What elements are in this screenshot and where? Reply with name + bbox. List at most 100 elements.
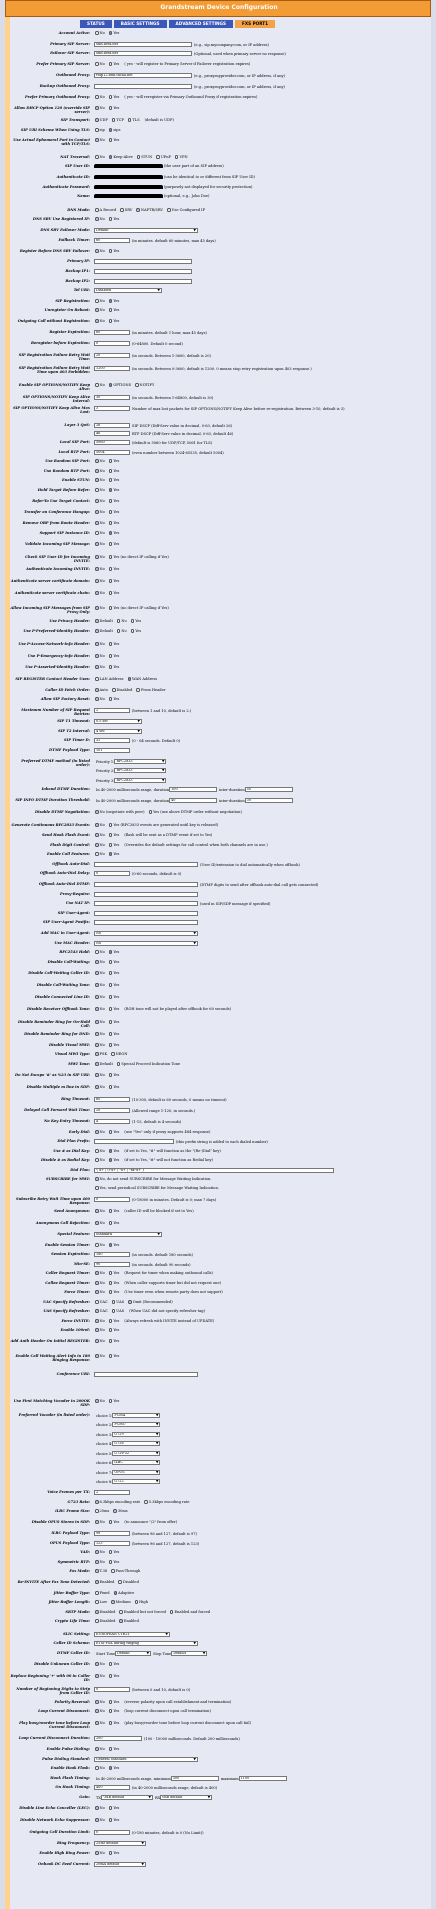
radio-button[interactable] xyxy=(108,1550,113,1554)
radio-button[interactable] xyxy=(95,531,99,535)
radio-button[interactable] xyxy=(108,217,113,221)
radio-button[interactable] xyxy=(95,459,99,463)
force-invite-option[interactable]: Yes xyxy=(108,1319,119,1323)
dns-mode-option[interactable]: NAPTR/SRV xyxy=(135,208,163,212)
failback-timer-input[interactable]: 60 xyxy=(94,238,130,243)
radio-button[interactable] xyxy=(95,688,99,692)
remove-obp-from-route-header-option[interactable]: No xyxy=(94,521,105,525)
use-p-emergency-info-header-option[interactable]: No xyxy=(94,654,105,658)
radio-button[interactable] xyxy=(95,555,99,559)
dial-plan-prefix-input[interactable] xyxy=(94,1139,174,1144)
validate-incoming-sip-message-option[interactable]: No xyxy=(94,542,105,546)
radio-button[interactable] xyxy=(148,810,153,814)
radio-button[interactable] xyxy=(95,1709,99,1713)
transfer-on-conference-hangup-option[interactable]: No xyxy=(94,510,105,514)
radio-button[interactable] xyxy=(108,469,113,473)
dns-srv-use-registered-ip-option[interactable]: No xyxy=(94,217,105,221)
radio-button[interactable] xyxy=(108,606,113,610)
radio-button[interactable] xyxy=(95,1610,99,1614)
force-invite-option[interactable]: No xyxy=(94,1319,105,1323)
radio-button[interactable] xyxy=(108,488,113,492)
early-dial-option[interactable]: Yes xyxy=(108,1130,119,1134)
radio-button[interactable] xyxy=(108,1700,113,1704)
reregister-before-expiration-input[interactable]: 0 xyxy=(94,341,130,346)
radio-button[interactable] xyxy=(95,983,99,987)
radio-button[interactable] xyxy=(108,1354,113,1358)
register-before-dns-srv-failover-option[interactable]: No xyxy=(94,249,105,253)
proxy-require-input[interactable] xyxy=(94,892,198,897)
radio-button[interactable] xyxy=(95,1550,99,1554)
radio-button[interactable] xyxy=(108,1281,113,1285)
enable-high-ring-power-option[interactable]: Yes xyxy=(108,1851,119,1855)
nat-traversal-option[interactable]: UPnP xyxy=(155,155,171,159)
sip-timer-d-input[interactable]: 32 xyxy=(94,738,130,743)
radio-button[interactable] xyxy=(95,1766,99,1770)
radio-button[interactable] xyxy=(156,155,160,159)
gain-select[interactable]: -3dB default ▼ xyxy=(100,1795,153,1800)
re-invite-after-fax-tone-detected-option[interactable]: Enabled xyxy=(94,1580,114,1584)
radio-button[interactable] xyxy=(118,1580,122,1584)
radio-button[interactable] xyxy=(136,155,141,159)
account-active-option[interactable]: Yes xyxy=(108,31,119,35)
generate-continuous-rfc2833-events-option[interactable]: No xyxy=(94,823,105,827)
check-sip-user-id-for-incoming-invite-option[interactable]: No xyxy=(94,555,105,559)
radio-button[interactable] xyxy=(95,1158,99,1162)
re-invite-after-fax-tone-detected-option[interactable]: Disabled xyxy=(117,1580,139,1584)
maximum-number-of-sip-request-retries-input[interactable]: 2 xyxy=(94,708,130,713)
sip-transport-option[interactable]: UDP xyxy=(94,118,108,122)
radio-button[interactable] xyxy=(108,249,113,253)
use-p-preferred-identity-header-option[interactable]: Yes xyxy=(130,629,141,633)
polarity-reversal-option[interactable]: No xyxy=(94,1700,105,1704)
sip-uri-scheme-when-using-tls-option[interactable]: sip xyxy=(94,128,105,132)
use-mac-header-select[interactable]: No ▼ xyxy=(94,941,198,946)
sip-t2-interval-select[interactable]: 4 sec ▼ xyxy=(94,729,142,734)
play-busy-reorder-tone-before-loop-current-disconnect-option[interactable]: Yes xyxy=(108,1721,119,1725)
enable-sip-options-notify-keep-alive-option[interactable]: No xyxy=(94,383,105,387)
ilbc-frame-size-option[interactable]: 20ms xyxy=(94,1509,109,1513)
radio-button[interactable] xyxy=(95,654,99,658)
radio-button[interactable] xyxy=(95,1818,99,1822)
min-se-input[interactable]: 90 xyxy=(94,1262,130,1267)
radio-button[interactable] xyxy=(134,1600,139,1604)
radio-button[interactable] xyxy=(108,1328,113,1332)
account-active-option[interactable]: No xyxy=(94,31,105,35)
dtmf-caller-id-select[interactable]: Default ▼ xyxy=(171,1651,208,1656)
mwi-tone-option[interactable]: Default xyxy=(94,1062,113,1066)
radio-button[interactable] xyxy=(95,128,99,132)
enable-stun-option[interactable]: No xyxy=(94,478,105,482)
refer-to-use-target-contact-option[interactable]: No xyxy=(94,499,105,503)
radio-button[interactable] xyxy=(116,629,121,633)
hook-flash-timing-input[interactable]: 1100 xyxy=(238,1776,287,1781)
rfc2543-hold-option[interactable]: Yes xyxy=(108,950,119,954)
validate-incoming-sip-message-option[interactable]: Yes xyxy=(108,542,119,546)
radio-button[interactable] xyxy=(108,383,113,387)
enable-sip-options-notify-keep-alive-option[interactable]: NOTIFY xyxy=(134,383,154,387)
ring-timeout-input[interactable]: 60 xyxy=(94,1097,130,1102)
radio-button[interactable] xyxy=(108,459,113,463)
radio-button[interactable] xyxy=(95,118,99,122)
use-random-rtp-port-option[interactable]: No xyxy=(94,469,105,473)
disable-dtmf-negotiation-option[interactable]: Yes (use above DTMF order without negoti… xyxy=(148,810,242,814)
unregister-on-reboot-option[interactable]: No xyxy=(94,308,105,312)
replace-beginning-with-00-in-caller-id-option[interactable]: No xyxy=(94,1674,105,1678)
loop-current-disconnect-option[interactable]: Yes xyxy=(108,1709,119,1713)
radio-button[interactable] xyxy=(95,971,99,975)
radio-button[interactable] xyxy=(95,1309,99,1313)
disable-call-waiting-tone-option[interactable]: Yes xyxy=(108,983,119,987)
prefer-primary-outbound-proxy-option[interactable]: Yes xyxy=(108,95,119,99)
disable-visual-mwi-option[interactable]: No xyxy=(94,1043,105,1047)
radio-button[interactable] xyxy=(120,208,124,212)
radio-button[interactable] xyxy=(95,606,99,610)
radio-button[interactable] xyxy=(108,31,113,35)
redacted-field[interactable] xyxy=(94,175,163,179)
radio-button[interactable] xyxy=(108,960,113,964)
radio-button[interactable] xyxy=(108,1319,113,1323)
enable-call-waiting-alert-info-in-180-ringing-response-option[interactable]: Yes xyxy=(108,1354,119,1358)
disable-network-echo-suppressor-option[interactable]: Yes xyxy=(108,1818,119,1822)
radio-button[interactable] xyxy=(108,983,113,987)
failover-sip-server-input[interactable]: sms.beta.net xyxy=(94,51,192,56)
row-select[interactable]: RFC2833 ▼ xyxy=(114,778,167,783)
enable-pulse-dialing-option[interactable]: Yes xyxy=(108,1747,119,1751)
radio-button[interactable] xyxy=(95,1186,99,1190)
support-sip-instance-id-option[interactable]: Yes xyxy=(108,531,119,535)
